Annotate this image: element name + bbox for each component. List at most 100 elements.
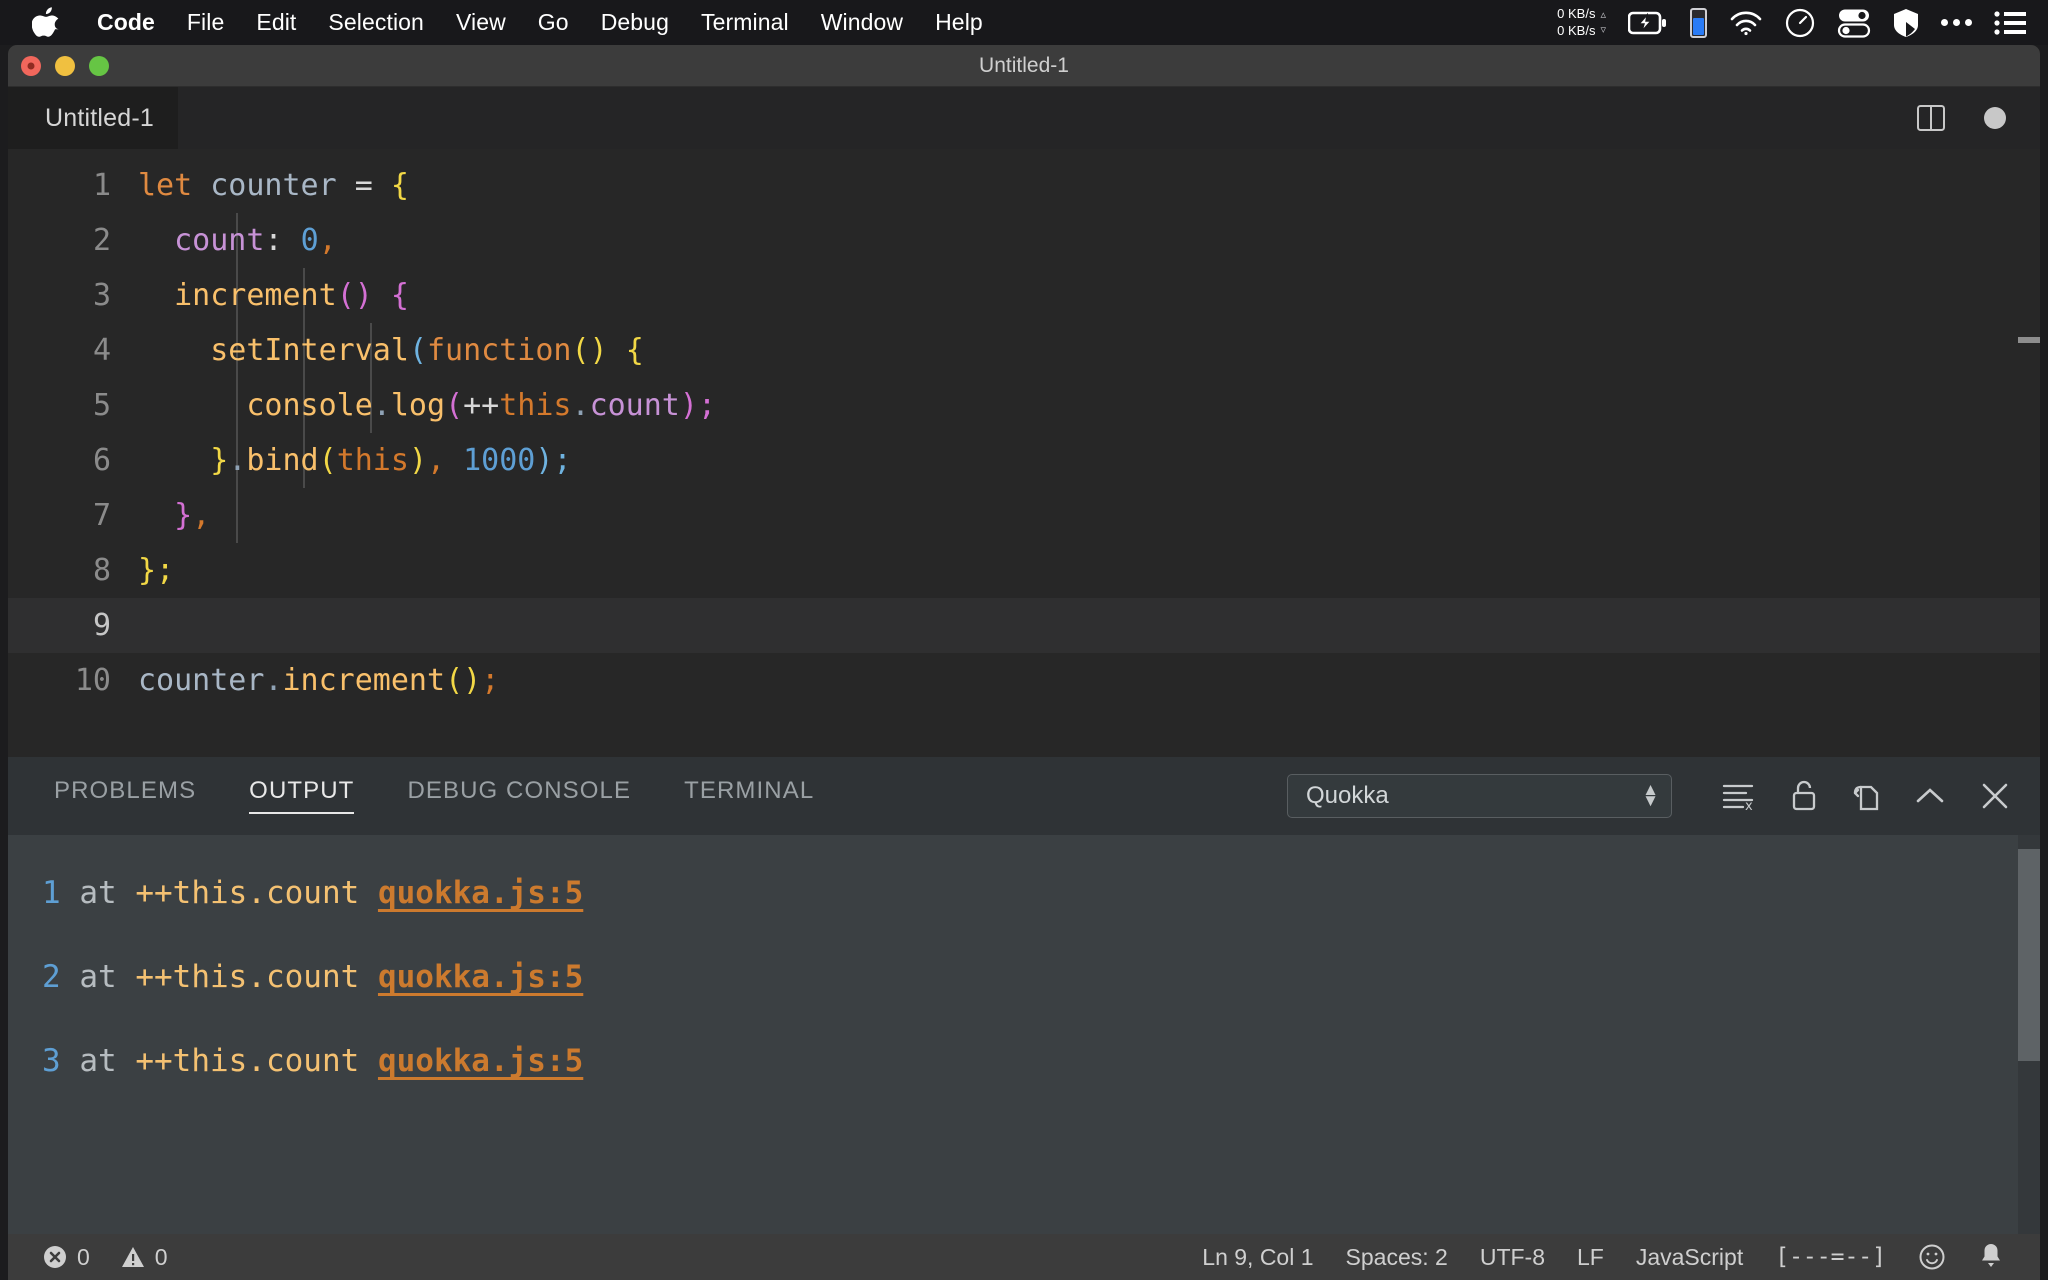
code-line[interactable]: 10 counter.increment(); [8,653,2040,708]
output-source-link[interactable]: quokka.js:5 [378,875,583,911]
code-token: ( [408,333,427,368]
code-line[interactable]: 8}; [8,543,2040,598]
line-number: 10 [74,663,111,698]
output-line-expression: ++this.count [135,875,378,911]
code-token: this [499,388,572,423]
status-cursor-position[interactable]: Ln 9, Col 1 [1188,1244,1327,1271]
status-errors[interactable]: 0 [28,1244,104,1271]
code-line[interactable]: 5 console.log(++this.count); [8,378,2040,433]
editor-scrollbar-thumb[interactable] [2018,337,2040,343]
chevron-updown-icon[interactable]: ▲ ▼ [1642,782,1659,809]
network-speed-indicator[interactable]: 0 KB/s 0 KB/s ▵ ▿ [1557,6,1606,39]
network-upload-rate: 0 KB/s [1557,5,1596,21]
battery-level-icon[interactable] [1690,7,1707,38]
minimize-button[interactable] [55,55,75,76]
code-line[interactable]: 9 [8,598,2040,653]
close-button[interactable] [21,55,41,76]
code-token: increment [174,278,337,313]
menu-item-file[interactable]: File [171,9,240,36]
tab-output[interactable]: OUTPUT [249,777,355,815]
battery-charging-icon[interactable] [1628,10,1668,36]
code-line[interactable]: 2 count: 0, [8,213,2040,268]
code-token: , [192,498,211,533]
status-warnings[interactable]: 0 [106,1244,182,1271]
lock-scroll-icon[interactable] [1790,780,1818,812]
output-source-link[interactable]: quokka.js:5 [378,1043,583,1079]
code-token: , [427,443,446,478]
wifi-icon[interactable] [1729,10,1763,36]
list-menu-icon[interactable] [1994,10,2026,36]
panel-scrollbar-thumb[interactable] [2018,849,2040,1061]
output-source-link[interactable]: quokka.js:5 [378,959,583,995]
feedback-smiley-icon[interactable] [1904,1243,1960,1271]
clear-output-icon[interactable]: x [1722,781,1756,811]
ellipsis-icon[interactable] [1941,19,1972,26]
menu-item-terminal[interactable]: Terminal [685,9,805,36]
code-token: ( [445,388,464,423]
menu-item-help[interactable]: Help [919,9,999,36]
status-quokka[interactable]: [---=--] [1761,1244,1900,1270]
tab-debug-console[interactable]: DEBUG CONSOLE [407,777,631,814]
code-line[interactable]: 4 setInterval(function() { [8,323,2040,378]
unsaved-indicator-dot[interactable] [1984,107,2006,129]
menu-item-code[interactable]: Code [81,9,171,36]
toggles-icon[interactable] [1837,8,1871,38]
code-token: function [427,333,572,368]
output-channel-value: Quokka [1306,782,1389,809]
code-token: () [571,333,608,368]
code-editor[interactable]: 1 let counter = {2 count: 0, 3 increment()… [8,149,2040,757]
menu-item-edit[interactable]: Edit [240,9,312,36]
speedometer-icon[interactable] [1785,8,1815,38]
maximize-panel-icon[interactable] [1914,784,1946,808]
output-content[interactable]: 1 at ++this.count quokka.js:5 2 at ++this… [8,835,2040,1234]
menu-item-window[interactable]: Window [805,9,919,36]
menu-item-debug[interactable]: Debug [585,9,685,36]
code-line[interactable]: 3 increment() { [8,268,2040,323]
code-line[interactable]: 1 let counter = { [8,158,2040,213]
code-token: 1000 [463,443,536,478]
code-token: bind [246,443,319,478]
code-line[interactable]: 6 }.bind(this), 1000); [8,433,2040,488]
code-token: { [390,278,409,313]
upload-arrow-icon: ▵ [1600,9,1606,22]
open-in-editor-icon[interactable] [1852,780,1880,812]
warning-count: 0 [154,1243,168,1270]
status-language-mode[interactable]: JavaScript [1622,1244,1757,1271]
menu-item-selection[interactable]: Selection [312,9,440,36]
notifications-bell-icon[interactable] [1964,1242,2018,1272]
output-line-index: 3 [42,1043,61,1079]
menu-item-view[interactable]: View [440,9,522,36]
panel-tab-bar: PROBLEMS OUTPUT DEBUG CONSOLE TERMINAL Q… [8,757,2040,835]
tab-problems[interactable]: PROBLEMS [54,777,196,814]
status-indentation[interactable]: Spaces: 2 [1332,1244,1462,1271]
close-panel-icon[interactable] [1980,781,2010,811]
menu-item-go[interactable]: Go [522,9,585,36]
code-token: counter [138,663,265,698]
zoom-button[interactable] [89,55,109,76]
status-encoding[interactable]: UTF-8 [1466,1244,1559,1271]
panel-vertical-scrollbar[interactable] [2018,835,2040,1234]
output-lines: 1 at ++this.count quokka.js:5 2 at ++this… [8,851,2040,1103]
panel-actions: Quokka ▲ ▼ x [1287,774,2040,818]
editor-vertical-scrollbar[interactable] [2018,149,2040,757]
window-title: Untitled-1 [979,53,1069,77]
line-number: 9 [92,608,111,643]
code-token: { [625,333,644,368]
apple-logo-icon[interactable] [32,6,59,39]
tab-terminal[interactable]: TERMINAL [684,777,814,814]
output-channel-select[interactable]: Quokka ▲ ▼ [1287,774,1672,818]
editor-actions [1916,103,2040,133]
code-line[interactable]: 7 }, [8,488,2040,543]
line-number: 4 [92,333,111,368]
split-editor-icon[interactable] [1916,103,1946,133]
shield-icon[interactable] [1893,8,1919,38]
output-line-at: at [60,875,136,911]
code-token: } [174,498,193,533]
editor-tab-untitled-1[interactable]: Untitled-1 [8,87,178,149]
menu-bar-status-items: 0 KB/s 0 KB/s ▵ ▿ [1557,6,2048,39]
status-eol[interactable]: LF [1563,1244,1618,1271]
code-token: = [354,168,373,203]
